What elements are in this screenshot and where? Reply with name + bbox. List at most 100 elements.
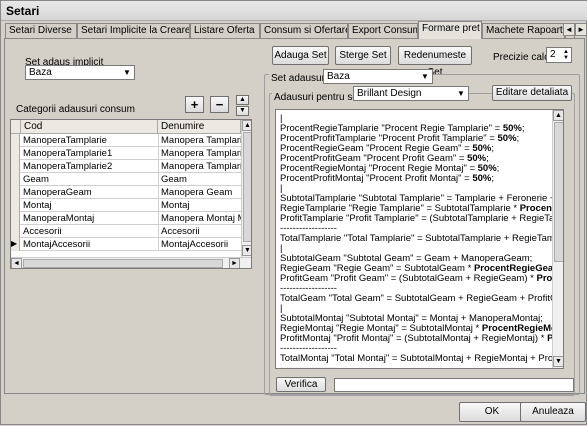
series-select[interactable]: Brillant Design ▼ [353,86,469,101]
column-header-denumire[interactable]: Denumire [158,120,241,134]
move-up-icon[interactable]: ▲ [236,95,249,105]
table-row[interactable]: ManoperaGeam Manopera Geam [11,186,241,199]
cell-cod[interactable]: Geam [23,173,157,186]
table-row[interactable]: ManoperaTamplarie1Manopera Tamplarie 1 [11,147,242,160]
row-indicator-header [11,120,21,134]
cell-denumire[interactable]: Manopera Geam [158,186,242,199]
table-row[interactable]: ▶ MontajAccesorii MontajAccesorii [11,238,241,251]
cell-denumire[interactable]: Manopera Montaj Manu [158,212,242,225]
spinner-icon[interactable]: ▲ ▼ [562,49,570,61]
scroll-up-icon[interactable]: ▲ [553,110,563,121]
edit-detailed-button[interactable]: Editare detaliata [492,85,572,101]
tab-export-consum[interactable]: Export Consum [348,23,418,38]
cell-cod[interactable]: ManoperaTamplarie2 [23,160,157,173]
precision-spinner[interactable]: 2 ▲ ▼ [546,47,572,63]
categories-label: Categorii adausuri consum [16,104,135,115]
settings-window: Setari Setari Diverse Setari Implicite l… [0,0,587,425]
remove-category-button[interactable]: − [210,96,229,113]
cell-cod[interactable]: MontajAccesorii [23,238,157,251]
verify-result-field[interactable] [334,378,574,392]
verify-button[interactable]: Verifica [276,377,326,392]
formula-text: TotalTamplarie "Total Tamplarie" = Subto… [280,233,563,244]
scrollbar-thumb[interactable] [243,132,251,242]
row-indicator[interactable] [11,173,20,186]
row-indicator[interactable] [11,199,20,212]
move-down-icon[interactable]: ▼ [236,106,249,116]
chevron-down-icon: ▼ [421,72,429,81]
cell-denumire[interactable]: Manopera Tamplarie [158,134,242,147]
table-row[interactable]: ManoperaTamplarie2Manopera Tamplarie 2 [11,160,242,173]
cancel-button[interactable]: Anuleaza [520,402,586,422]
add-category-button[interactable]: + [185,96,204,113]
h-scrollbar-thumb[interactable] [23,259,223,268]
row-indicator[interactable] [11,186,20,199]
delete-set-button[interactable]: Sterge Set [335,46,391,65]
cell-denumire[interactable]: Manopera Tamplarie 1 [158,147,242,160]
formula-line: TotalGeam "Total Geam" = SubtotalGeam + … [280,293,564,304]
tab-listare-oferta[interactable]: Listare Oferta [190,23,260,38]
table-row[interactable]: Geam Geam [11,173,241,186]
current-row-icon[interactable]: ▶ [11,238,20,251]
formula-text: TotalGeam "Total Geam" = SubtotalGeam + … [280,293,564,304]
default-set-select[interactable]: Baza ▼ [25,65,135,80]
formula-text: ------------------ [280,363,337,369]
formula-variable: 50% [497,133,517,144]
tab-machete-rapoarte[interactable]: Machete Rapoarte [482,23,565,38]
formula-text: ; [496,163,500,174]
add-set-button[interactable]: Adauga Set [272,46,329,65]
cell-denumire[interactable]: MontajAccesorii [158,238,242,251]
tab-scroll-right-button[interactable]: ► [575,23,587,36]
cell-cod[interactable]: ManoperaMontaj [23,212,157,225]
tab-strip: Setari Diverse Setari Implicite la Crear… [5,21,575,39]
cell-cod[interactable]: ManoperaGeam [23,186,157,199]
editor-scrollbar-thumb[interactable] [554,122,563,262]
tab-scroll-left-button[interactable]: ◄ [563,23,575,36]
row-indicator[interactable] [11,134,20,147]
table-row[interactable]: Accesorii Accesorii [11,225,241,238]
column-header-cod[interactable]: Cod [21,120,158,134]
formula-variable: 50% [472,173,492,184]
cell-denumire[interactable]: Geam [158,173,242,186]
footer: OK Anuleaza [1,395,587,426]
categories-grid: Cod Denumire ManoperaTamplarie Manopera T… [10,119,252,269]
chevron-down-icon: ▼ [457,89,465,98]
grid-vertical-scrollbar[interactable]: ▲ ▼ [241,120,251,257]
tab-formare-pret[interactable]: Formare pret [418,21,482,39]
tab-consum-ofertare[interactable]: Consum si Ofertare [260,23,348,38]
formula-text: ProcentProfitMontaj "Procent Profit Mont… [280,173,473,184]
table-row[interactable]: ManoperaTamplarie Manopera Tamplarie [11,134,242,147]
cell-cod[interactable]: Accesorii [23,225,157,238]
formula-text: ; [521,123,525,134]
scroll-right-icon[interactable]: ► [229,258,240,268]
chevron-down-icon: ▼ [123,68,131,77]
formula-line: ------------------ [280,364,337,369]
rename-set-button[interactable]: Redenumeste Set [398,46,472,78]
editor-vertical-scrollbar[interactable]: ▲ ▼ [552,110,563,368]
row-indicator[interactable] [11,147,20,160]
row-indicator[interactable] [11,225,20,238]
row-indicator[interactable] [11,160,20,173]
cell-cod[interactable]: ManoperaTamplarie1 [23,147,157,160]
title-bar: Setari [1,1,587,21]
formula-editor[interactable]: | ProcentRegieTamplarie "Procent Regie Ta… [275,109,564,369]
tab-setari-diverse[interactable]: Setari Diverse [5,23,77,38]
table-row[interactable]: ManoperaMontajManopera Montaj Manu [11,212,242,225]
scroll-down-icon[interactable]: ▼ [242,245,251,256]
formula-text: ; [516,133,520,144]
ok-button[interactable]: OK [459,402,525,422]
scroll-left-icon[interactable]: ◄ [11,258,22,268]
formula-line: TotalTamplarie "Total Tamplarie" = Subto… [280,233,563,244]
cell-cod[interactable]: Montaj [23,199,157,212]
scroll-down-icon[interactable]: ▼ [553,356,563,367]
cell-denumire[interactable]: Manopera Tamplarie 2 [158,160,242,173]
set-adausuri-select[interactable]: Baza ▼ [323,69,433,84]
cell-denumire[interactable]: Montaj [158,199,242,212]
formula-text: ; [491,173,494,184]
row-indicator[interactable] [11,212,20,225]
grid-horizontal-scrollbar[interactable]: ◄ ► [11,257,251,268]
scroll-up-icon[interactable]: ▲ [242,120,251,131]
tab-setari-implicite[interactable]: Setari Implicite la Creare [77,23,190,38]
cell-denumire[interactable]: Accesorii [158,225,242,238]
cell-cod[interactable]: ManoperaTamplarie [23,134,157,147]
table-row[interactable]: Montaj Montaj [11,199,241,212]
